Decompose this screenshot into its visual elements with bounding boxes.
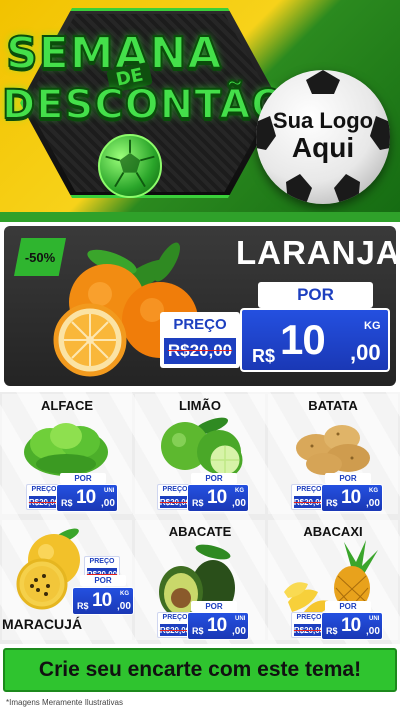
price-decimal: ,00 (101, 498, 115, 509)
preco-label: PREÇO (89, 558, 115, 565)
product-name: ABACAXI (303, 524, 363, 539)
price-tag: R$ 10 ,00 KG (321, 484, 383, 512)
price-integer: 10 (92, 590, 112, 611)
por-label: POR (191, 601, 237, 612)
price-unit: KG (369, 488, 378, 494)
price-tag: R$ 10 ,00 UNI (321, 612, 383, 640)
price-currency: R$ (77, 601, 89, 611)
price-decimal: ,00 (117, 601, 131, 612)
price-tag: R$ 10 ,00 KG (187, 484, 249, 512)
price-currency: R$ (192, 498, 204, 508)
logo-text-line-2: Aqui (291, 132, 355, 163)
old-price: R$20,00 (160, 496, 190, 508)
product-name: ABACATE (168, 524, 232, 539)
old-price-value: R$20,00 (28, 497, 60, 507)
old-price-value: R$20,00 (167, 341, 233, 360)
product-grid: ALFACE PREÇO R$20,00 POR R$ 10 ,00 UNI L… (0, 392, 400, 644)
price-currency: R$ (192, 626, 204, 636)
old-price-value: R$20,00 (159, 625, 191, 635)
logo-text-line-1: Sua Logo (272, 108, 374, 133)
price-decimal: ,00 (366, 498, 380, 509)
price-currency: R$ (326, 626, 338, 636)
price-unit: KG (235, 488, 244, 494)
header-banner: SEMANA DE DESCONTÃO Sua Logo Aqui (0, 0, 400, 222)
price-currency: R$ (326, 498, 338, 508)
price-unit: KG (364, 320, 381, 332)
price-integer: 10 (207, 487, 227, 508)
old-price: R$20,00 (294, 624, 324, 636)
old-price: R$20,00 (29, 496, 59, 508)
price-tag: R$ 10 ,00 UNI (187, 612, 249, 640)
featured-product-name: LARANJA (236, 234, 400, 271)
price-tag: R$ 10 ,00 KG (72, 587, 134, 615)
price-unit: KG (120, 591, 129, 597)
price-integer: 10 (280, 316, 326, 363)
price-integer: 10 (341, 487, 361, 508)
por-label: POR (325, 601, 371, 612)
por-label: POR (80, 575, 126, 586)
price-tag: R$ 10 ,00 UNI (56, 484, 118, 512)
price-decimal: ,00 (232, 626, 246, 637)
por-label: POR (191, 473, 237, 484)
product-name: LIMÃO (179, 398, 221, 413)
price-currency: R$ (252, 346, 276, 366)
price-tag: R$ 10 ,00 KG (240, 308, 390, 372)
cta-banner[interactable]: Crie seu encarte com este tema! (3, 648, 397, 692)
price-currency: R$ (61, 498, 73, 508)
old-price: R$20,00 (294, 496, 324, 508)
lime-image (161, 417, 243, 478)
lettuce-image (24, 423, 108, 476)
price-integer: 10 (341, 615, 361, 636)
old-price: R$20,00 (160, 624, 190, 636)
potato-image (296, 425, 370, 475)
por-label: POR (325, 473, 371, 484)
product-name: MARACUJÁ (1, 616, 83, 632)
old-price-value: R$20,00 (293, 497, 325, 507)
price-unit: UNI (104, 488, 115, 494)
price-decimal: ,00 (366, 626, 380, 637)
por-label: POR (60, 473, 106, 484)
soccer-ball-icon (98, 134, 162, 198)
por-label: POR (258, 282, 373, 308)
price-unit: UNI (235, 616, 246, 622)
price-decimal: ,00 (232, 498, 246, 509)
price-integer: 10 (76, 487, 96, 508)
product-name: BATATA (308, 398, 358, 413)
old-price-value: R$20,00 (293, 625, 325, 635)
preco-label: PREÇO (173, 316, 227, 333)
price-decimal: ,00 (350, 340, 381, 365)
logo-placeholder: Sua Logo Aqui (256, 70, 390, 204)
price-unit: UNI (369, 616, 380, 622)
disclaimer-note: *Imagens Meramente Ilustrativas (6, 698, 123, 707)
old-price: R$20,00 (164, 338, 236, 364)
title-line-2: DESCONTÃO (1, 81, 287, 129)
product-name: ALFACE (41, 398, 93, 413)
old-price-value: R$20,00 (159, 497, 191, 507)
discount-badge: -50% (14, 238, 66, 276)
price-integer: 10 (207, 615, 227, 636)
